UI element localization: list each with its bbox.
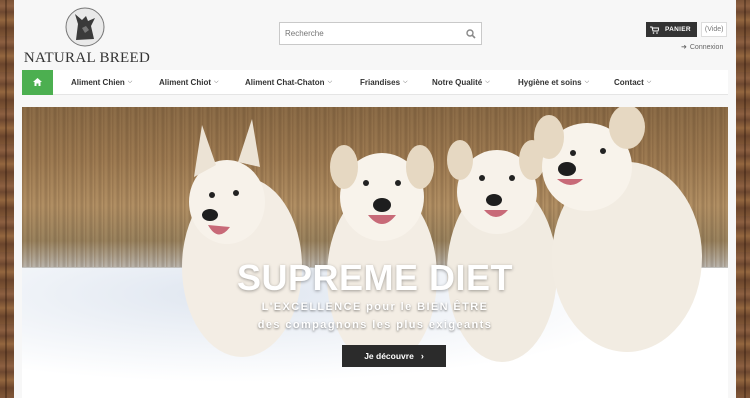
- dog-image-2: [327, 145, 437, 367]
- cart-button[interactable]: PANIER: [646, 22, 697, 37]
- hero-banner: SUPREME DIET L'EXCELLENCE pour le BIEN Ê…: [22, 107, 728, 398]
- search-icon[interactable]: [461, 23, 481, 44]
- login-link[interactable]: ➜ Connexion: [681, 43, 724, 52]
- hero-subtitle-line1: L'EXCELLENCE pour le BIEN ÊTRE: [261, 301, 489, 313]
- nav-item-friandises[interactable]: Friandises ⌵: [360, 78, 408, 87]
- search-box: [279, 22, 482, 45]
- chevron-down-icon: ⌵: [485, 79, 490, 85]
- discover-button[interactable]: Je découvre ›: [342, 345, 446, 367]
- cart-label: PANIER: [665, 26, 691, 33]
- hero-subtitle-line2: des compagnons les plus exigeants: [257, 319, 493, 331]
- dog-image-1: [182, 119, 302, 357]
- chevron-down-icon: ⌵: [327, 79, 333, 85]
- wolf-logo-icon: [65, 7, 105, 47]
- cart[interactable]: PANIER (Vide): [646, 22, 728, 37]
- login-label: Connexion: [689, 43, 724, 51]
- nav-item-notre-qualite[interactable]: Notre Qualité ⌵: [432, 78, 490, 87]
- main-nav: Aliment Chien ⌵ Aliment Chiot ⌵ Aliment Ch…: [22, 69, 728, 95]
- chevron-down-icon: ⌵: [584, 79, 590, 85]
- chevron-down-icon: ⌵: [214, 79, 219, 85]
- cart-status: (Vide): [700, 22, 728, 37]
- chevron-down-icon: ⌵: [646, 79, 652, 85]
- page: NATURAL BREED PANIER (Vide) ➜ Connexion …: [14, 0, 736, 398]
- nav-item-aliment-chien[interactable]: Aliment Chien ⌵: [71, 78, 132, 87]
- cart-icon: [650, 26, 659, 34]
- login-icon: ➜: [681, 44, 687, 51]
- discover-button-label: Je découvre: [364, 351, 414, 361]
- chevron-right-icon: ›: [420, 351, 424, 361]
- nav-item-hygiene[interactable]: Hygiène et soins ⌵: [518, 78, 589, 87]
- home-icon: [33, 78, 42, 86]
- nav-home-button[interactable]: [22, 69, 53, 95]
- search-input[interactable]: [280, 23, 461, 44]
- logo[interactable]: NATURAL BREED: [22, 4, 152, 66]
- chevron-down-icon: ⌵: [403, 79, 408, 85]
- nav-item-contact[interactable]: Contact ⌵: [614, 78, 651, 87]
- chevron-down-icon: ⌵: [127, 79, 133, 85]
- hero-title: SUPREME DIET: [236, 257, 514, 298]
- logo-text: NATURAL BREED: [23, 50, 151, 66]
- nav-item-aliment-chiot[interactable]: Aliment Chiot ⌵: [159, 78, 219, 87]
- nav-item-aliment-chat[interactable]: Aliment Chat-Chaton ⌵: [245, 78, 332, 87]
